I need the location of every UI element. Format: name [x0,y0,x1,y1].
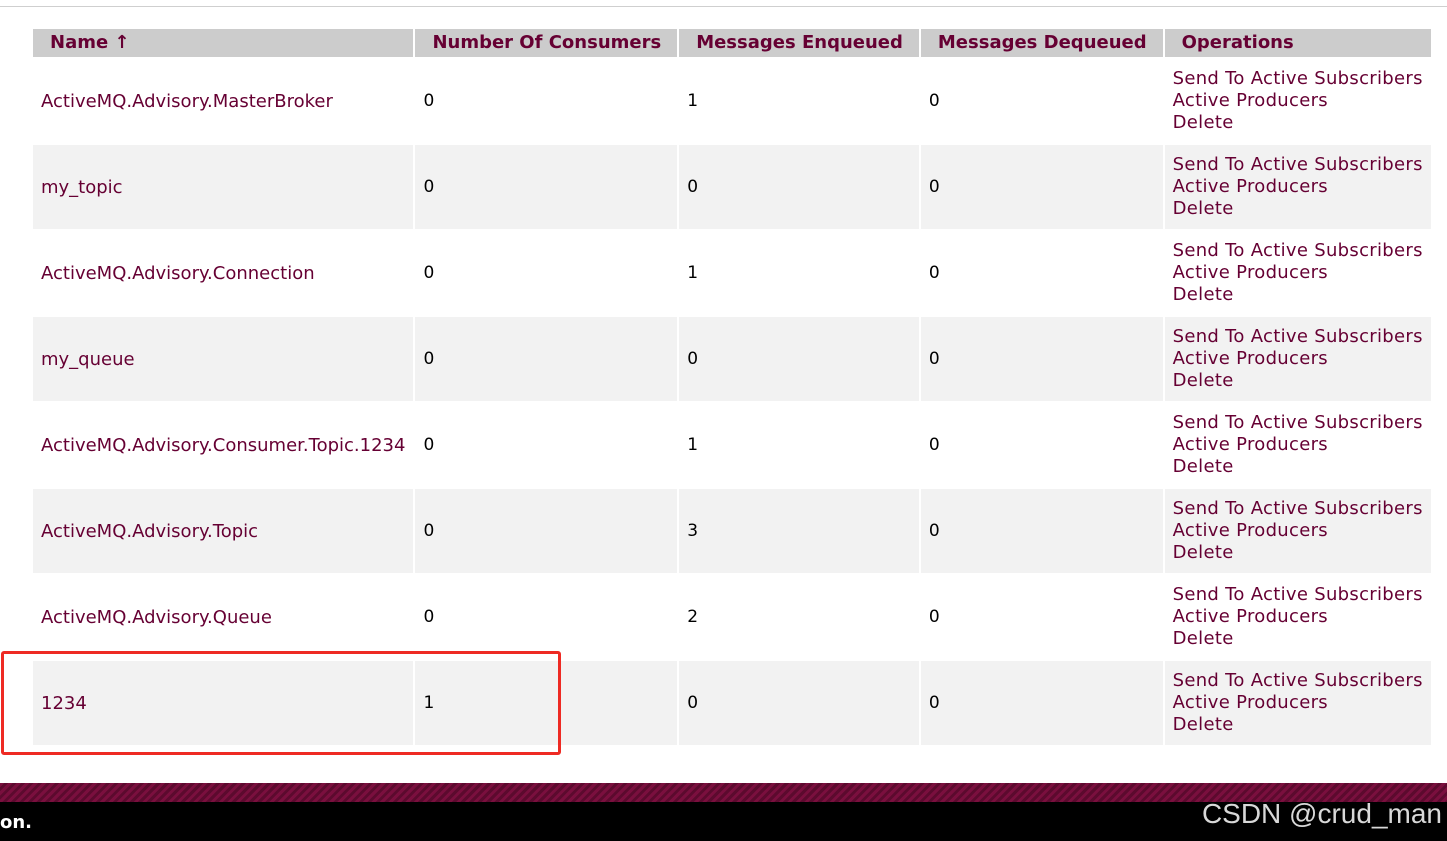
dequeued-count: 0 [920,317,1163,401]
delete-link[interactable]: Delete [1173,370,1423,392]
sort-by-dequeued-link[interactable]: Messages Dequeued [938,32,1147,53]
operations-cell: Send To Active Subscribers Active Produce… [1164,489,1431,573]
topic-name-link[interactable]: my_topic [41,177,123,198]
topic-name-cell: ActiveMQ.Advisory.Connection [33,231,414,315]
active-producers-link[interactable]: Active Producers [1173,606,1423,628]
send-to-subscribers-link[interactable]: Send To Active Subscribers [1173,240,1423,262]
dequeued-count: 0 [920,145,1163,229]
delete-link[interactable]: Delete [1173,456,1423,478]
enqueued-count: 0 [679,145,919,229]
topic-name-cell: ActiveMQ.Advisory.Consumer.Topic.1234 [33,403,414,487]
topics-table: Name ↑ Number Of Consumers Messages Enqu… [31,27,1433,747]
active-producers-link[interactable]: Active Producers [1173,90,1423,112]
table-row: ActiveMQ.Advisory.Queue 0 2 0 Send To Active… [33,575,1431,659]
active-producers-link[interactable]: Active Producers [1173,434,1423,456]
delete-link[interactable]: Delete [1173,542,1423,564]
table-row: my_queue 0 0 0 Send To Active Subscribers Act… [33,317,1431,401]
footer-text: on. [0,812,33,833]
enqueued-count: 1 [679,59,919,143]
send-to-subscribers-link[interactable]: Send To Active Subscribers [1173,584,1423,606]
active-producers-link[interactable]: Active Producers [1173,520,1423,542]
active-producers-link[interactable]: Active Producers [1173,262,1423,284]
column-header-name[interactable]: Name ↑ [33,29,414,57]
operations-cell: Send To Active Subscribers Active Produce… [1164,575,1431,659]
operations-cell: Send To Active Subscribers Active Produce… [1164,403,1431,487]
send-to-subscribers-link[interactable]: Send To Active Subscribers [1173,670,1423,692]
highlight-box [1,651,561,755]
send-to-subscribers-link[interactable]: Send To Active Subscribers [1173,326,1423,348]
consumers-count: 0 [415,489,678,573]
column-header-dequeued[interactable]: Messages Dequeued [920,29,1163,57]
send-to-subscribers-link[interactable]: Send To Active Subscribers [1173,412,1423,434]
top-divider [0,6,1447,7]
operations-cell: Send To Active Subscribers Active Produce… [1164,231,1431,315]
operations-cell: Send To Active Subscribers Active Produce… [1164,317,1431,401]
sort-by-name-link[interactable]: Name ↑ [50,32,130,53]
topic-name-cell: my_queue [33,317,414,401]
dequeued-count: 0 [920,575,1163,659]
topic-name-link[interactable]: ActiveMQ.Advisory.Topic [41,521,258,542]
sort-by-enqueued-link[interactable]: Messages Enqueued [696,32,903,53]
dequeued-count: 0 [920,661,1163,745]
topic-name-cell: ActiveMQ.Advisory.MasterBroker [33,59,414,143]
table-row: my_topic 0 0 0 Send To Active Subscribers Act… [33,145,1431,229]
topic-name-link[interactable]: my_queue [41,349,135,370]
active-producers-link[interactable]: Active Producers [1173,348,1423,370]
enqueued-count: 0 [679,661,919,745]
consumers-count: 0 [415,145,678,229]
consumers-count: 0 [415,317,678,401]
sort-by-consumers-link[interactable]: Number Of Consumers [432,32,661,53]
watermark: CSDN @crud_man [1201,798,1442,829]
active-producers-link[interactable]: Active Producers [1173,692,1423,714]
column-header-operations: Operations [1164,29,1431,57]
column-header-enqueued[interactable]: Messages Enqueued [679,29,919,57]
operations-cell: Send To Active Subscribers Active Produce… [1164,145,1431,229]
delete-link[interactable]: Delete [1173,284,1423,306]
topic-name-link[interactable]: ActiveMQ.Advisory.MasterBroker [41,91,333,112]
enqueued-count: 2 [679,575,919,659]
enqueued-count: 0 [679,317,919,401]
enqueued-count: 3 [679,489,919,573]
consumers-count: 0 [415,231,678,315]
topic-name-cell: ActiveMQ.Advisory.Queue [33,575,414,659]
column-header-consumers[interactable]: Number Of Consumers [415,29,678,57]
topic-name-link[interactable]: ActiveMQ.Advisory.Connection [41,263,315,284]
delete-link[interactable]: Delete [1173,198,1423,220]
dequeued-count: 0 [920,231,1163,315]
topic-name-cell: ActiveMQ.Advisory.Topic [33,489,414,573]
table-header-row: Name ↑ Number Of Consumers Messages Enqu… [33,29,1431,57]
active-producers-link[interactable]: Active Producers [1173,176,1423,198]
consumers-count: 0 [415,575,678,659]
enqueued-count: 1 [679,403,919,487]
topic-name-cell: my_topic [33,145,414,229]
send-to-subscribers-link[interactable]: Send To Active Subscribers [1173,498,1423,520]
table-row: ActiveMQ.Advisory.Topic 0 3 0 Send To Active… [33,489,1431,573]
dequeued-count: 0 [920,489,1163,573]
enqueued-count: 1 [679,231,919,315]
dequeued-count: 0 [920,403,1163,487]
delete-link[interactable]: Delete [1173,714,1423,736]
table-row: ActiveMQ.Advisory.Connection 0 1 0 Send To A… [33,231,1431,315]
operations-cell: Send To Active Subscribers Active Produce… [1164,59,1431,143]
dequeued-count: 0 [920,59,1163,143]
send-to-subscribers-link[interactable]: Send To Active Subscribers [1173,68,1423,90]
topic-name-link[interactable]: ActiveMQ.Advisory.Consumer.Topic.1234 [41,435,405,456]
table-row: ActiveMQ.Advisory.Consumer.Topic.1234 0 1 0… [33,403,1431,487]
topic-name-link[interactable]: ActiveMQ.Advisory.Queue [41,607,272,628]
delete-link[interactable]: Delete [1173,628,1423,650]
operations-cell: Send To Active Subscribers Active Produce… [1164,661,1431,745]
send-to-subscribers-link[interactable]: Send To Active Subscribers [1173,154,1423,176]
delete-link[interactable]: Delete [1173,112,1423,134]
consumers-count: 0 [415,59,678,143]
consumers-count: 0 [415,403,678,487]
table-row: ActiveMQ.Advisory.MasterBroker 0 1 0 Send To… [33,59,1431,143]
